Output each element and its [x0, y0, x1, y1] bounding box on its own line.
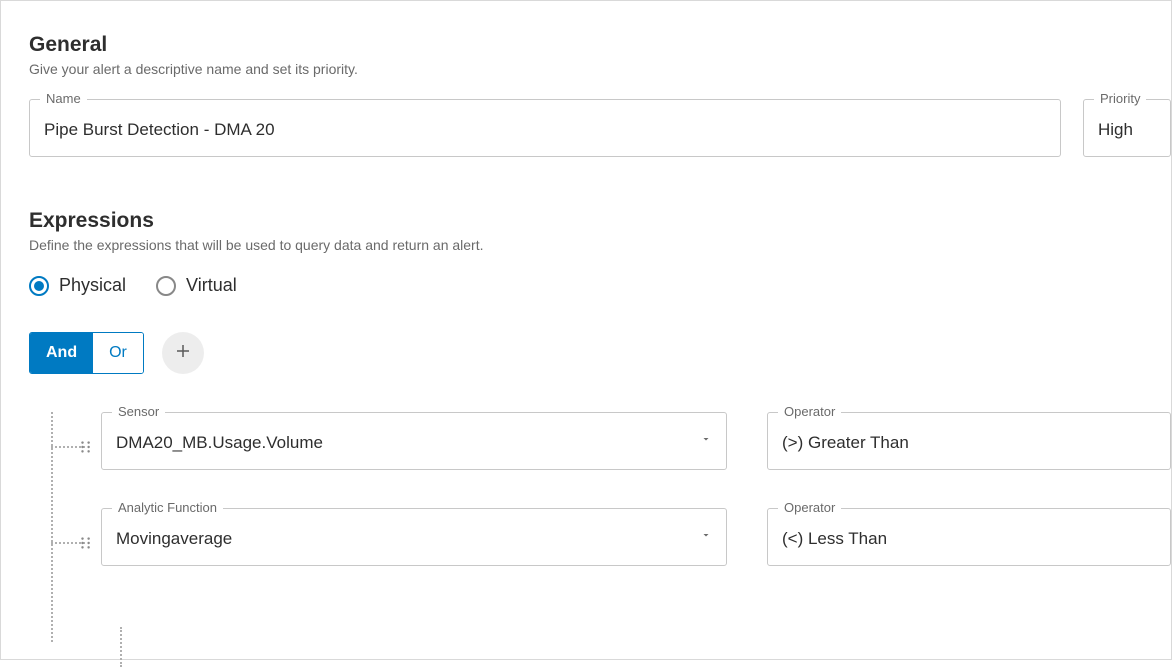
or-button[interactable]: Or	[93, 333, 143, 373]
section-general-title: General	[29, 33, 1171, 57]
priority-field[interactable]: Priority High	[1083, 99, 1171, 157]
name-label: Name	[40, 91, 87, 106]
analytic-function-field[interactable]: Analytic Function Movingaverage	[101, 508, 727, 566]
expression-row: Analytic Function Movingaverage Operator…	[51, 508, 1171, 566]
name-value: Pipe Burst Detection - DMA 20	[44, 120, 1046, 140]
alert-config-form: General Give your alert a descriptive na…	[0, 0, 1172, 660]
operator-field[interactable]: Operator (<) Less Than	[767, 508, 1171, 566]
sensor-label: Sensor	[112, 404, 165, 419]
and-button[interactable]: And	[30, 333, 93, 373]
expression-row: Sensor DMA20_MB.Usage.Volume Operator (>…	[51, 412, 1171, 470]
expression-tree: Sensor DMA20_MB.Usage.Volume Operator (>…	[29, 412, 1171, 566]
radio-icon	[156, 276, 176, 296]
sensor-value: DMA20_MB.Usage.Volume	[116, 433, 712, 453]
add-expression-button[interactable]	[162, 332, 204, 374]
name-field[interactable]: Name Pipe Burst Detection - DMA 20	[29, 99, 1061, 157]
radio-virtual[interactable]: Virtual	[156, 275, 237, 296]
sensor-field[interactable]: Sensor DMA20_MB.Usage.Volume	[101, 412, 727, 470]
priority-value: High	[1098, 120, 1156, 140]
radio-physical-label: Physical	[59, 275, 126, 296]
radio-icon	[29, 276, 49, 296]
analytic-function-label: Analytic Function	[112, 500, 223, 515]
section-expressions-title: Expressions	[29, 209, 1171, 233]
operator-label: Operator	[778, 500, 841, 515]
priority-label: Priority	[1094, 91, 1146, 106]
radio-physical[interactable]: Physical	[29, 275, 126, 296]
tree-connector-line	[120, 627, 122, 667]
chevron-down-icon	[700, 432, 712, 450]
operator-label: Operator	[778, 404, 841, 419]
operator-value: (>) Greater Than	[782, 433, 1156, 453]
plus-icon	[174, 342, 192, 365]
operator-field[interactable]: Operator (>) Greater Than	[767, 412, 1171, 470]
drag-handle-icon[interactable]	[77, 534, 95, 552]
logic-toggle: And Or	[29, 332, 144, 374]
section-general-desc: Give your alert a descriptive name and s…	[29, 61, 1171, 77]
radio-virtual-label: Virtual	[186, 275, 237, 296]
chevron-down-icon	[700, 528, 712, 546]
drag-handle-icon[interactable]	[77, 438, 95, 456]
expression-type-radios: Physical Virtual	[29, 275, 1171, 296]
operator-value: (<) Less Than	[782, 529, 1156, 549]
section-expressions-desc: Define the expressions that will be used…	[29, 237, 1171, 253]
analytic-function-value: Movingaverage	[116, 529, 712, 549]
